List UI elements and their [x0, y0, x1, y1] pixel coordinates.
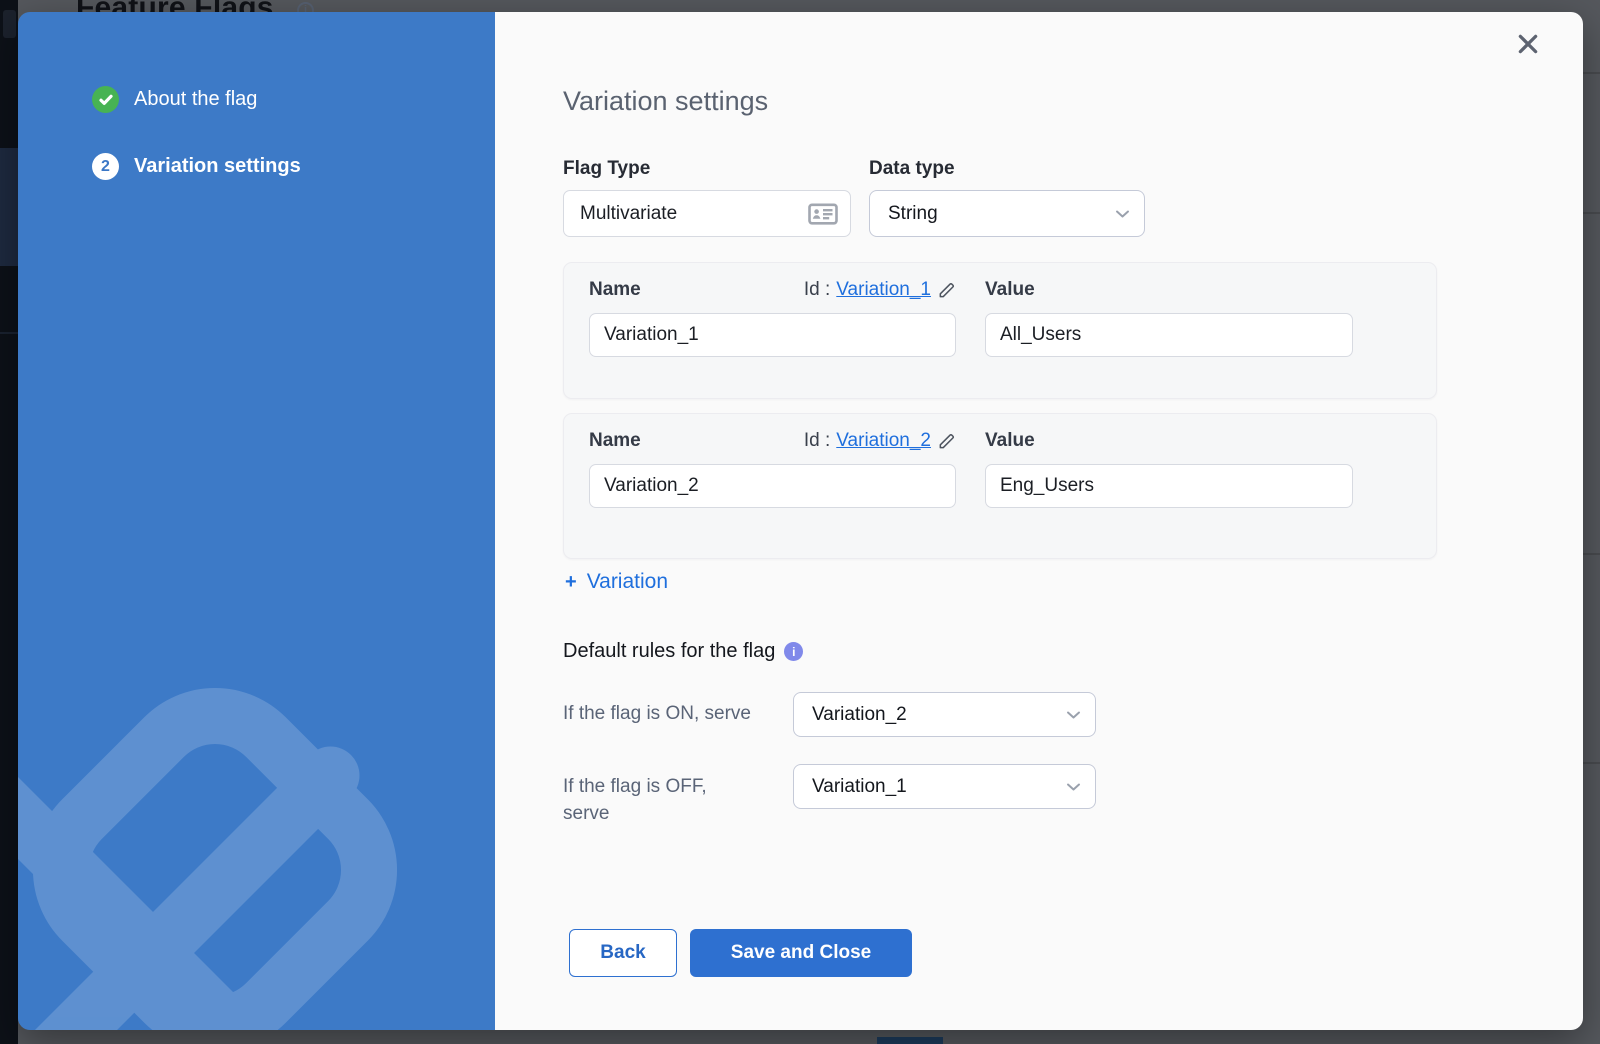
background-row-divider [1583, 553, 1600, 555]
action-buttons: Back Save and Close [569, 929, 912, 977]
flag-off-label: If the flag is OFF, serve [563, 773, 753, 827]
variation-id-link[interactable]: Variation_2 [836, 430, 931, 452]
flag-type-field [563, 190, 851, 237]
background-row-divider [1583, 212, 1600, 214]
value-label: Value [985, 430, 1035, 452]
add-variation-button[interactable]: + Variation [565, 570, 668, 594]
value-label: Value [985, 279, 1035, 301]
panel-title: Variation settings [563, 86, 768, 117]
default-rules-heading: Default rules for the flag i [563, 640, 803, 663]
back-button[interactable]: Back [569, 929, 677, 977]
name-label: Name [589, 430, 641, 452]
multivariate-card-icon [808, 202, 838, 226]
data-type-label: Data type [869, 158, 955, 180]
variation-settings-panel: Variation settings Flag Type Data type S… [495, 12, 1583, 1030]
variation-card: Name Id : Variation_2 Value [563, 413, 1437, 559]
edit-pencil-icon[interactable] [937, 281, 956, 300]
close-icon[interactable] [1516, 32, 1540, 56]
brand-watermark [18, 590, 495, 1030]
step-label: Variation settings [134, 155, 301, 178]
variation-id-group: Id : Variation_1 [804, 279, 956, 301]
edit-pencil-icon[interactable] [937, 432, 956, 451]
sidebar-logo [3, 10, 16, 38]
wizard-sidebar: About the flag 2 Variation settings [18, 12, 495, 1030]
variation-name-input[interactable] [589, 464, 956, 508]
flag-setup-modal: About the flag 2 Variation settings Vari… [18, 12, 1583, 1030]
flag-on-label: If the flag is ON, serve [563, 700, 751, 727]
variation-value-input[interactable] [985, 464, 1353, 508]
variation-id-link[interactable]: Variation_1 [836, 279, 931, 301]
step-variation-settings[interactable]: 2 Variation settings [18, 153, 495, 180]
plus-icon: + [565, 571, 577, 594]
flag-on-value: Variation_2 [812, 704, 1066, 726]
step-number-badge: 2 [92, 153, 119, 180]
background-row-divider [1583, 72, 1600, 74]
chevron-down-icon [1066, 782, 1081, 792]
flag-type-input[interactable] [580, 203, 808, 225]
id-prefix: Id : [804, 279, 830, 301]
app-sidebar [0, 0, 18, 1044]
add-variation-label: Variation [587, 570, 668, 594]
screen: Feature Flags i Ab [0, 0, 1600, 1044]
background-accent-bar [877, 1037, 943, 1044]
sidebar-divider [0, 332, 18, 334]
wizard-steps: About the flag 2 Variation settings [18, 12, 495, 180]
variation-value-input[interactable] [985, 313, 1353, 357]
step-complete-check-icon [92, 86, 119, 113]
variation-card: Name Id : Variation_1 Value [563, 262, 1437, 399]
flag-off-select[interactable]: Variation_1 [793, 764, 1096, 809]
default-rules-title: Default rules for the flag [563, 640, 775, 663]
chevron-down-icon [1066, 710, 1081, 720]
flag-on-select[interactable]: Variation_2 [793, 692, 1096, 737]
variation-id-group: Id : Variation_2 [804, 430, 956, 452]
info-icon[interactable]: i [784, 642, 803, 661]
data-type-select[interactable]: String [869, 190, 1145, 237]
variation-name-input[interactable] [589, 313, 956, 357]
flag-off-value: Variation_1 [812, 776, 1066, 798]
flag-type-label: Flag Type [563, 158, 650, 180]
chevron-down-icon [1115, 209, 1130, 219]
id-prefix: Id : [804, 430, 830, 452]
data-type-value: String [888, 203, 1115, 225]
name-label: Name [589, 279, 641, 301]
save-and-close-button[interactable]: Save and Close [690, 929, 912, 977]
background-row-divider [1583, 762, 1600, 764]
step-about-the-flag[interactable]: About the flag [18, 86, 495, 113]
sidebar-active-item [0, 148, 18, 266]
step-label: About the flag [134, 88, 257, 111]
